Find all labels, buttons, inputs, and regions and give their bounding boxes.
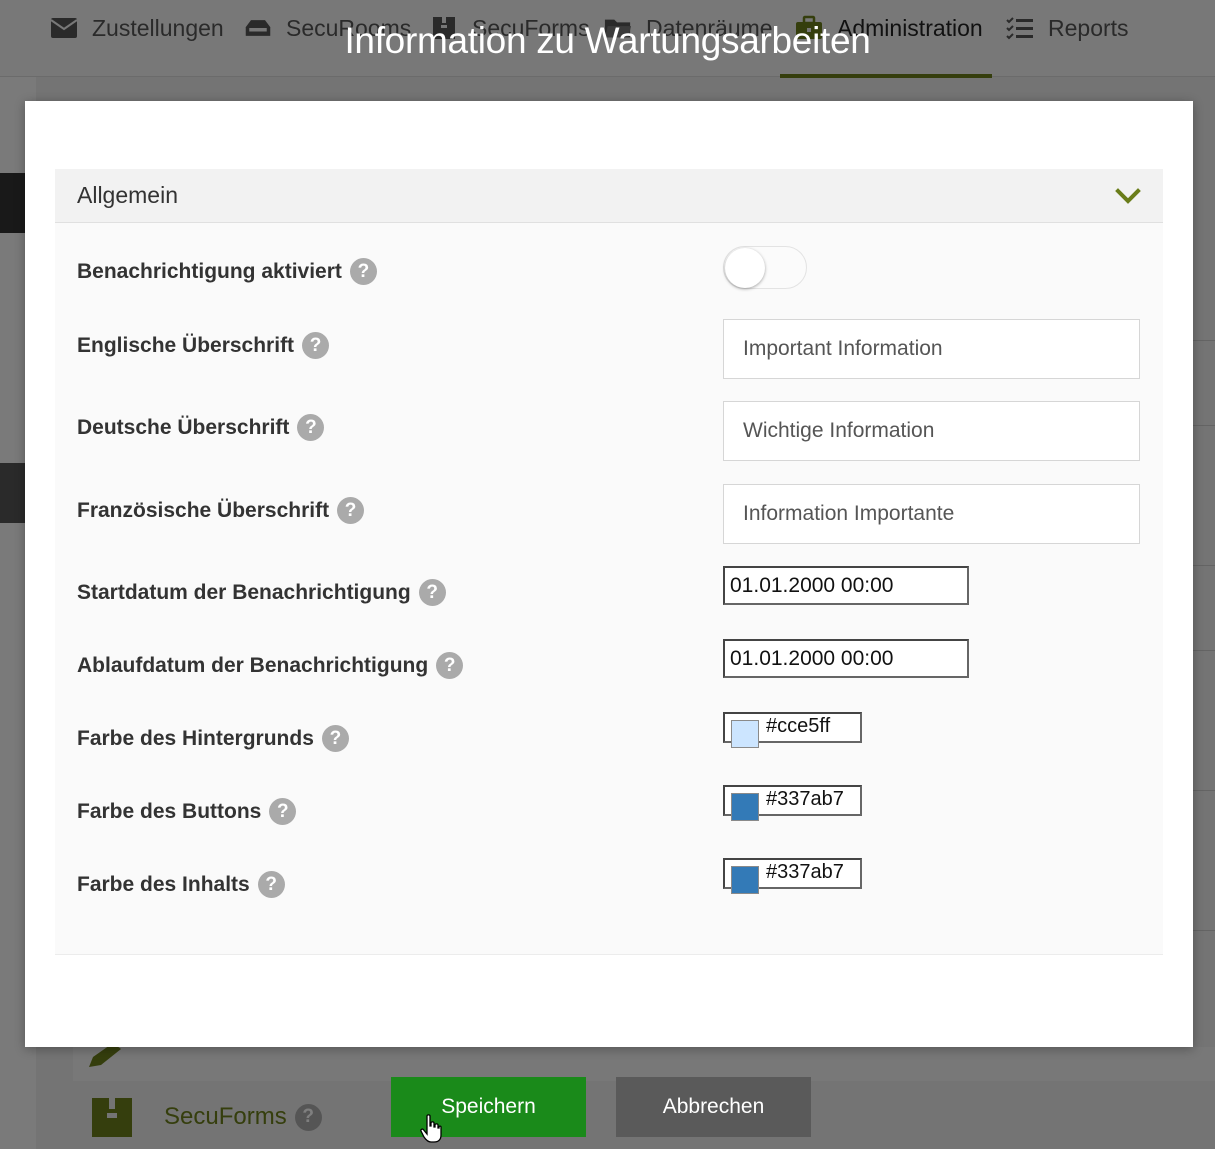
label-text: Deutsche Überschrift [77, 415, 290, 439]
field-label-title-fr: Französische Überschrift ? [77, 497, 365, 524]
button-color-picker[interactable]: #337ab7 [723, 785, 862, 821]
color-swatch[interactable] [731, 793, 759, 821]
help-icon[interactable]: ? [321, 725, 349, 752]
maintenance-info-dialog: Allgemein Benachrichtigung aktiviert ? E… [25, 101, 1193, 1047]
color-value: #337ab7 [766, 788, 844, 810]
label-text: Englische Überschrift [77, 333, 295, 357]
label-text: Ablaufdatum der Benachrichtigung [77, 653, 429, 677]
label-text: Farbe des Buttons [77, 799, 262, 823]
general-section: Allgemein Benachrichtigung aktiviert ? E… [55, 169, 1163, 955]
color-swatch[interactable] [731, 720, 759, 748]
help-icon[interactable]: ? [302, 332, 330, 359]
label-text: Farbe des Hintergrunds [77, 726, 314, 750]
field-label-title-de: Deutsche Überschrift ? [77, 414, 325, 441]
field-label-bg-color: Farbe des Hintergrunds ? [77, 725, 349, 752]
cancel-button[interactable]: Abbrechen [616, 1077, 811, 1137]
hand-cursor-icon [420, 1114, 442, 1143]
help-icon[interactable]: ? [269, 798, 297, 825]
label-text: Benachrichtigung aktiviert [77, 259, 342, 283]
label-text: Farbe des Inhalts [77, 872, 250, 896]
help-icon[interactable]: ? [257, 871, 285, 898]
section-header[interactable]: Allgemein [55, 169, 1163, 223]
field-label-content-color: Farbe des Inhalts ? [77, 871, 285, 898]
toggle-knob [725, 248, 765, 288]
help-icon[interactable]: ? [436, 652, 464, 679]
title-fr-input[interactable]: Information Importante [723, 484, 1140, 544]
help-icon[interactable]: ? [337, 497, 365, 524]
end-date-input[interactable]: 01.01.2000 00:00 [723, 639, 969, 678]
color-swatch[interactable] [731, 866, 759, 894]
color-value: #cce5ff [766, 715, 831, 737]
chevron-down-icon[interactable] [1115, 185, 1141, 207]
modal-title: Information zu Wartungsarbeiten [344, 20, 871, 61]
field-label-enabled: Benachrichtigung aktiviert ? [77, 258, 377, 285]
content-color-picker[interactable]: #337ab7 [723, 858, 862, 894]
field-label-button-color: Farbe des Buttons ? [77, 798, 297, 825]
section-title: Allgemein [77, 182, 178, 208]
color-value: #337ab7 [766, 861, 844, 883]
field-label-end-date: Ablaufdatum der Benachrichtigung ? [77, 652, 464, 679]
field-label-start-date: Startdatum der Benachrichtigung ? [77, 579, 446, 606]
help-icon[interactable]: ? [349, 258, 377, 285]
label-text: Startdatum der Benachrichtigung [77, 580, 411, 604]
start-date-input[interactable]: 01.01.2000 00:00 [723, 566, 969, 605]
title-de-input[interactable]: Wichtige Information [723, 401, 1140, 461]
notification-enabled-toggle[interactable] [723, 246, 807, 289]
label-text: Französische Überschrift [77, 498, 330, 522]
bg-color-picker[interactable]: #cce5ff [723, 712, 862, 748]
field-label-title-en: Englische Überschrift ? [77, 332, 330, 359]
help-icon[interactable]: ? [297, 414, 325, 441]
title-en-input[interactable]: Important Information [723, 319, 1140, 379]
help-icon[interactable]: ? [418, 579, 446, 606]
